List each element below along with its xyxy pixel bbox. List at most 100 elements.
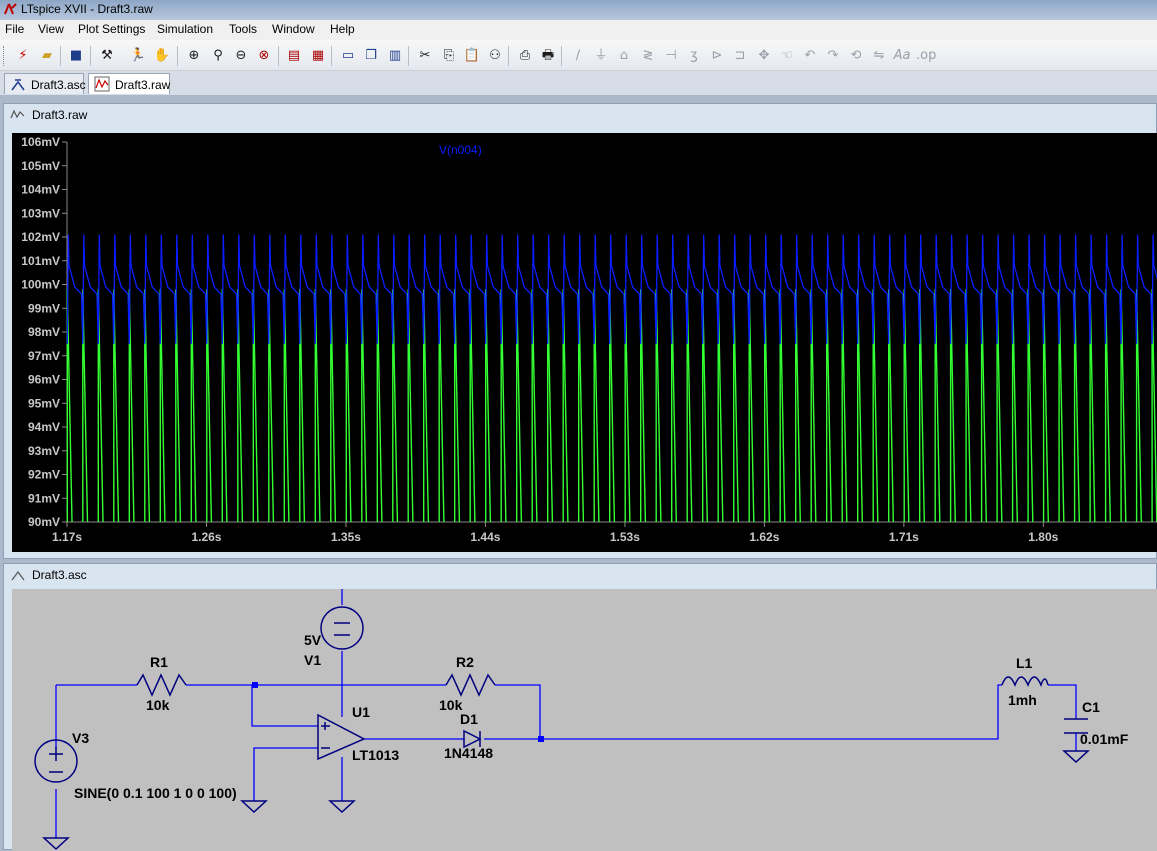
menu-help[interactable]: Help xyxy=(330,22,355,36)
r1-value: 10k xyxy=(146,697,170,713)
new-schematic-icon[interactable]: ⚡ xyxy=(14,47,32,65)
wire-icon[interactable]: ∕ xyxy=(569,47,587,65)
r1-ref: R1 xyxy=(150,654,168,670)
u1-ref: U1 xyxy=(352,704,370,720)
x-tick-label: 1.35s xyxy=(331,530,361,544)
series-green-trace xyxy=(66,289,1157,523)
menu-view[interactable]: View xyxy=(38,22,64,36)
paste-icon[interactable]: 📋 xyxy=(463,47,481,65)
rotate-icon[interactable]: ⟲ xyxy=(847,47,865,65)
y-tick-label: 90mV xyxy=(28,515,60,529)
ground-icon[interactable]: ⏚ xyxy=(592,47,610,65)
ground-symbol xyxy=(328,800,356,814)
y-tick-label: 96mV xyxy=(28,373,60,387)
menu-plot-settings[interactable]: Plot Settings xyxy=(78,22,145,36)
ltspice-logo-icon xyxy=(3,2,17,16)
inductor-icon[interactable]: ʒ xyxy=(685,47,703,65)
v1-value: 5V xyxy=(304,632,322,648)
d1-value: 1N4148 xyxy=(444,745,493,761)
x-tick-label: 1.62s xyxy=(749,530,779,544)
autorange-icon[interactable]: ▤ xyxy=(285,47,303,65)
l1-value: 1mh xyxy=(1008,692,1037,708)
redo-icon[interactable]: ↷ xyxy=(824,47,842,65)
zoom-in-icon[interactable]: ⊕ xyxy=(185,47,203,65)
halt-icon[interactable]: ✋ xyxy=(153,47,171,65)
run-icon[interactable]: 🏃 xyxy=(129,47,147,65)
tile-vertical-icon[interactable]: ▥ xyxy=(386,47,404,65)
l1-ref: L1 xyxy=(1016,655,1033,671)
legend-v-n004[interactable]: V(n004) xyxy=(439,143,482,157)
r1-symbol xyxy=(136,673,187,697)
x-tick-label: 1.17s xyxy=(52,530,82,544)
waveform-plot[interactable]: 106mV 105mV 104mV 103mV 102mV 101mV 100mV 99mV 9… xyxy=(12,133,1157,552)
r2-ref: R2 xyxy=(456,654,474,670)
cut-icon[interactable]: ✂ xyxy=(416,47,434,65)
schematic-drawing[interactable]: R1 10k R2 10k 5V V1 V3 SINE(0 0.1 100 1 … xyxy=(12,589,1157,851)
diode-icon[interactable]: ⊳ xyxy=(708,47,726,65)
ground-symbol xyxy=(240,800,268,814)
schematic-canvas[interactable]: R1 10k R2 10k 5V V1 V3 SINE(0 0.1 100 1 … xyxy=(12,589,1157,851)
find-icon[interactable]: ⚇ xyxy=(486,47,504,65)
mirror-icon[interactable]: ⇋ xyxy=(870,47,888,65)
waveform-icon xyxy=(94,76,110,92)
waveform-window: Draft3.raw 106mV 105mV 104mV 103mV 102mV 101m… xyxy=(3,103,1157,559)
plot-settings-icon[interactable]: ▦ xyxy=(309,47,327,65)
waveform-chart[interactable]: 106mV 105mV 104mV 103mV 102mV 101mV 100mV 99mV 9… xyxy=(12,133,1157,552)
menu-file[interactable]: File xyxy=(5,22,24,36)
y-tick-label: 101mV xyxy=(21,254,60,268)
components xyxy=(34,606,1090,851)
print-preview-icon[interactable]: ⎙ xyxy=(516,47,534,65)
control-panel-icon[interactable]: ⚒ xyxy=(98,47,116,65)
component-icon[interactable]: ⊐ xyxy=(731,47,749,65)
tile-horizontal-icon[interactable]: ▭ xyxy=(339,47,357,65)
c1-ref: C1 xyxy=(1082,699,1100,715)
save-icon[interactable]: ■ xyxy=(67,47,85,65)
toolbar-grip[interactable] xyxy=(3,46,6,66)
drag-icon[interactable]: ☜ xyxy=(778,47,796,65)
y-tick-label: 97mV xyxy=(28,349,60,363)
window-title-text: Draft3.raw xyxy=(32,108,88,122)
y-tick-label: 103mV xyxy=(21,206,60,220)
undo-icon[interactable]: ↶ xyxy=(801,47,819,65)
text-icon[interactable]: Aa xyxy=(893,47,911,65)
c1-value: 0.01mF xyxy=(1080,731,1129,747)
menu-window[interactable]: Window xyxy=(272,22,315,36)
window-title: LTspice XVII - Draft3.raw xyxy=(21,2,153,16)
move-icon[interactable]: ✥ xyxy=(755,47,773,65)
capacitor-icon[interactable]: ⊣ xyxy=(662,47,680,65)
component-labels: R1 10k R2 10k 5V V1 V3 SINE(0 0.1 100 1 … xyxy=(72,632,1129,801)
cascade-icon[interactable]: ❐ xyxy=(362,47,380,65)
mdi-area: Draft3.raw 106mV 105mV 104mV 103mV 102mV 101m… xyxy=(0,95,1157,851)
schematic-icon xyxy=(10,76,26,92)
label-net-icon[interactable]: ⌂ xyxy=(615,47,633,65)
print-icon[interactable]: 🖶 xyxy=(539,47,557,65)
open-icon[interactable]: ▰ xyxy=(38,47,56,65)
u1-value: LT1013 xyxy=(352,747,399,763)
ground-symbol xyxy=(42,837,70,851)
y-tick-label: 106mV xyxy=(21,135,60,149)
x-tick-label: 1.71s xyxy=(889,530,919,544)
waveform-window-title: Draft3.raw xyxy=(10,108,87,122)
document-tabs: Draft3.asc Draft3.raw xyxy=(0,71,1157,95)
l1-symbol xyxy=(1001,676,1049,688)
tab-schematic[interactable]: Draft3.asc xyxy=(4,73,86,94)
zoom-out-icon[interactable]: ⊖ xyxy=(232,47,250,65)
menu-tools[interactable]: Tools xyxy=(229,22,257,36)
zoom-area-icon[interactable]: ⚲ xyxy=(209,47,227,65)
spice-directive-icon[interactable]: .op xyxy=(916,47,936,65)
title-bar: LTspice XVII - Draft3.raw xyxy=(0,0,1157,20)
y-tick-label: 98mV xyxy=(28,325,60,339)
y-tick-label: 99mV xyxy=(28,301,60,315)
x-tick-label: 1.26s xyxy=(191,530,221,544)
menu-bar: File View Plot Settings Simulation Tools… xyxy=(0,20,1157,40)
x-tick-label: 1.44s xyxy=(470,530,500,544)
resistor-icon[interactable]: ≷ xyxy=(639,47,657,65)
y-tick-label: 105mV xyxy=(21,159,60,173)
tab-waveform[interactable]: Draft3.raw xyxy=(88,73,170,94)
menu-simulation[interactable]: Simulation xyxy=(157,22,213,36)
copy-icon[interactable]: ⎘ xyxy=(440,47,458,65)
x-tick-label: 1.80s xyxy=(1028,530,1058,544)
y-tick-label: 95mV xyxy=(28,396,60,410)
zoom-cancel-icon[interactable]: ⊗ xyxy=(255,47,273,65)
schematic-window-title: Draft3.asc xyxy=(10,568,87,582)
